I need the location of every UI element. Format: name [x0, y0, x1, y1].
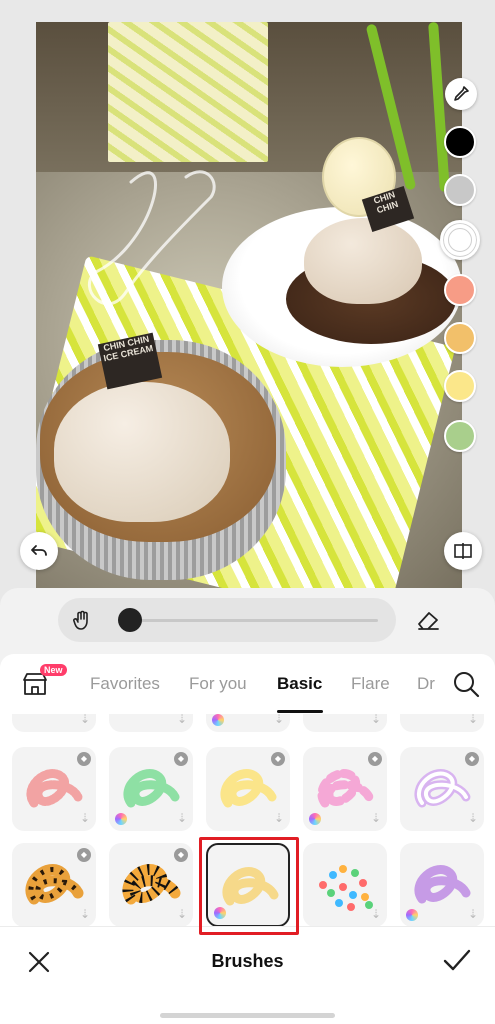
screen: CHIN CHIN CHIN CHIN ICE CREAM New Favori… — [0, 0, 495, 1024]
premium-icon: ◆ — [368, 752, 382, 766]
download-icon: ⇣ — [370, 907, 381, 921]
brush-category-tabs: New Favorites For you Basic Flare Dr — [0, 654, 495, 714]
eraser-icon[interactable] — [414, 608, 442, 634]
brush-size-thumb[interactable] — [118, 608, 142, 632]
brush-tile-confetti-dots[interactable]: ⇣ — [303, 843, 387, 926]
download-icon: ⇣ — [176, 714, 187, 726]
color-variant-icon — [406, 909, 418, 921]
eyedropper-button[interactable] — [445, 78, 477, 110]
eyedropper-icon — [454, 86, 469, 101]
premium-icon: ◆ — [174, 752, 188, 766]
compare-icon — [454, 543, 472, 559]
active-tab-indicator — [277, 710, 323, 713]
brush-tile-yellow[interactable]: ◆ ⇣ — [206, 747, 290, 831]
brush-tile[interactable]: ⇣ — [12, 714, 96, 732]
brush-size-track[interactable] — [122, 619, 378, 622]
swatch-yellow[interactable] — [444, 370, 476, 402]
swatch-green[interactable] — [444, 420, 476, 452]
home-indicator — [160, 1013, 335, 1018]
tab-flare[interactable]: Flare — [351, 674, 390, 694]
brush-tile[interactable]: ⇣ — [109, 714, 193, 732]
color-variant-icon — [309, 813, 321, 825]
brush-tile[interactable]: ⇣ — [400, 714, 484, 732]
premium-icon: ◆ — [77, 752, 91, 766]
brush-tile[interactable]: ⇣ — [303, 714, 387, 732]
photo-canvas[interactable]: CHIN CHIN CHIN CHIN ICE CREAM — [36, 22, 462, 588]
brush-tile-green[interactable]: ◆ ⇣ — [109, 747, 193, 831]
drawn-stroke — [88, 170, 216, 306]
color-variant-icon — [212, 714, 224, 726]
tab-favorites[interactable]: Favorites — [90, 674, 160, 694]
premium-icon: ◆ — [174, 848, 188, 862]
brush-size-control — [58, 598, 396, 642]
premium-icon: ◆ — [271, 752, 285, 766]
download-icon: ⇣ — [273, 714, 284, 726]
color-variant-icon — [115, 813, 127, 825]
brush-tile-lavender-outline[interactable]: ◆ ⇣ — [400, 747, 484, 831]
brush-tile-pink-speckle[interactable]: ◆ ⇣ — [12, 747, 96, 831]
hand-icon[interactable] — [70, 608, 94, 632]
download-icon: ⇣ — [79, 907, 90, 921]
download-icon: ⇣ — [273, 811, 284, 825]
download-icon: ⇣ — [467, 907, 478, 921]
download-icon: ⇣ — [467, 714, 478, 726]
premium-icon: ◆ — [77, 848, 91, 862]
brush-tile-pink-dash[interactable]: ◆ ⇣ — [303, 747, 387, 831]
bottom-action-bar: Brushes — [0, 926, 495, 1024]
brush-tile[interactable]: ⇣ — [206, 714, 290, 732]
premium-icon: ◆ — [465, 752, 479, 766]
undo-icon — [31, 545, 47, 556]
download-icon: ⇣ — [370, 811, 381, 825]
download-icon: ⇣ — [79, 811, 90, 825]
tab-more[interactable]: Dr — [417, 674, 441, 694]
download-icon: ⇣ — [176, 811, 187, 825]
new-badge: New — [40, 664, 67, 676]
tab-for-you[interactable]: For you — [189, 674, 247, 694]
selection-highlight — [199, 837, 299, 935]
confirm-check-icon[interactable] — [442, 947, 472, 975]
brush-panel: New Favorites For you Basic Flare Dr ⇣ ⇣… — [0, 588, 495, 1024]
brush-tile-purple[interactable]: ⇣ — [400, 843, 484, 926]
brush-tile-tiger[interactable]: ◆ ⇣ — [109, 843, 193, 926]
undo-button[interactable] — [20, 532, 58, 570]
swatch-white[interactable] — [440, 220, 480, 260]
download-icon: ⇣ — [79, 714, 90, 726]
panel-title: Brushes — [211, 951, 284, 971]
compare-button[interactable] — [444, 532, 482, 570]
download-icon: ⇣ — [370, 714, 381, 726]
brush-toolbar — [0, 588, 495, 652]
tab-basic[interactable]: Basic — [277, 674, 322, 694]
swatch-salmon[interactable] — [444, 274, 476, 306]
swatch-black[interactable] — [444, 126, 476, 158]
download-icon: ⇣ — [467, 811, 478, 825]
search-icon[interactable] — [452, 670, 480, 698]
swatch-orange[interactable] — [444, 322, 476, 354]
brush-tile-leopard[interactable]: ◆ ⇣ — [12, 843, 96, 926]
swatch-gray[interactable] — [444, 174, 476, 206]
download-icon: ⇣ — [176, 907, 187, 921]
